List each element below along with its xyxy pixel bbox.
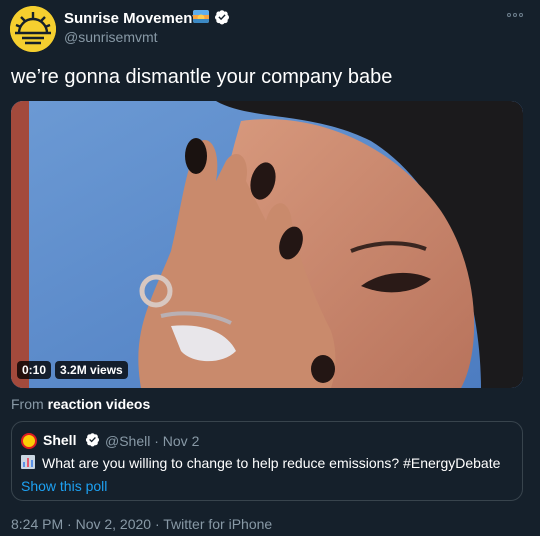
quoted-tweet[interactable]: Shell @Shell · Nov 2 What are you willin… xyxy=(11,421,523,501)
author-name[interactable]: Sunrise Movement xyxy=(64,10,197,27)
verified-icon xyxy=(85,433,100,447)
quoted-meta: @Shell · Nov 2 xyxy=(105,433,200,449)
video-source-link[interactable]: reaction videos xyxy=(48,396,151,412)
video-badges: 0:10 3.2M views xyxy=(17,361,128,379)
quoted-author-name: Shell xyxy=(43,432,77,448)
more-icon[interactable] xyxy=(507,10,525,20)
tweet: Sunrise Movement @sunrisemvmt we’re gonn… xyxy=(0,0,540,536)
show-poll-link[interactable]: Show this poll xyxy=(21,478,107,494)
author-handle[interactable]: @sunrisemvmt xyxy=(64,29,158,45)
sunrise-logo-icon xyxy=(10,6,56,52)
tweet-timestamp[interactable]: 8:24 PM · Nov 2, 2020 · Twitter for iPho… xyxy=(11,516,272,532)
video-source: From reaction videos xyxy=(11,396,150,412)
tweet-text: we’re gonna dismantle your company babe xyxy=(11,66,393,88)
avatar[interactable] xyxy=(10,6,56,52)
video-duration: 0:10 xyxy=(17,361,52,379)
video-frame xyxy=(11,101,523,388)
verified-icon xyxy=(215,10,229,25)
bar-chart-icon xyxy=(21,455,35,469)
sunset-emoji-icon xyxy=(193,10,209,23)
quoted-text: What are you willing to change to help r… xyxy=(42,455,501,471)
video-player[interactable]: 0:10 3.2M views xyxy=(11,101,523,388)
video-source-prefix: From xyxy=(11,396,44,412)
shell-logo-icon xyxy=(21,433,37,449)
video-views: 3.2M views xyxy=(55,361,128,379)
